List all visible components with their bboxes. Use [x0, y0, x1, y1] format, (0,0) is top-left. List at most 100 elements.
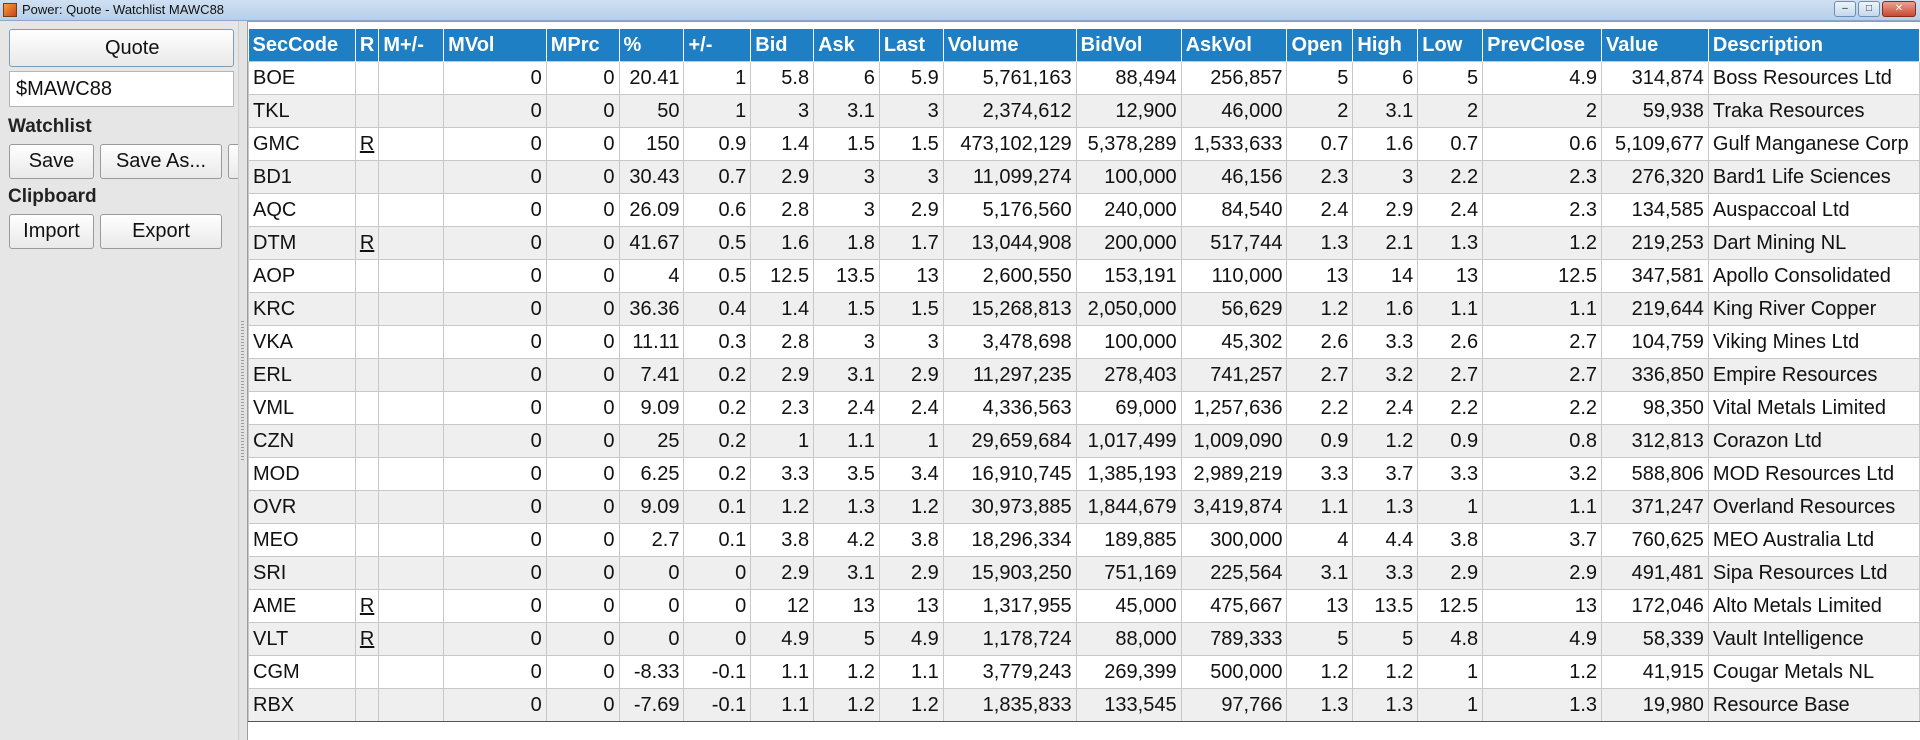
table-cell: 1,385,193 — [1075, 457, 1182, 491]
table-cell: Vault Intelligence — [1707, 622, 1920, 656]
table-row[interactable]: VML 0 0 9.09 0.2 2.3 2.4 2.4 4,336,563 69,000 1,25… — [248, 391, 1920, 425]
table-cell: 50 — [618, 94, 685, 128]
table-cell: 88,000 — [1075, 622, 1182, 656]
column-header-bid[interactable]: Bid — [750, 29, 815, 62]
table-row[interactable]: BOE 0 0 20.41 1 5.8 6 5.9 5,761,163 88,494 256,857… — [248, 61, 1920, 95]
table-cell: 2.7 — [1482, 358, 1603, 392]
table-row[interactable]: TKL 0 0 50 1 3 3.1 3 2,374,612 12,900 46,000 2 3.1 2 2… — [248, 94, 1920, 128]
table-cell: 2.1 — [1352, 226, 1419, 260]
column-header-mvol[interactable]: MVol — [443, 29, 547, 62]
table-row[interactable]: AME R 0 0 0 0 12 13 13 1,317,955 45,000 475,667 13 13… — [248, 589, 1920, 623]
table-cell: 12.5 — [750, 259, 815, 293]
table-cell: 0 — [545, 391, 620, 425]
title-bar[interactable]: Power: Quote - Watchlist MAWC88 – □ ✕ — [0, 0, 1920, 21]
panel-splitter[interactable] — [238, 21, 246, 740]
table-row[interactable]: BD1 0 0 30.43 0.7 2.9 3 3 11,099,274 100,000 46,15… — [248, 160, 1920, 194]
table-cell: 30.43 — [618, 160, 685, 194]
table-cell: 2.7 — [1417, 358, 1484, 392]
table-cell: 0 — [545, 589, 620, 623]
column-header-description[interactable]: Description — [1708, 29, 1920, 62]
table-cell: 150 — [618, 127, 685, 161]
column-header-last[interactable]: Last — [879, 29, 944, 62]
column-header-ask[interactable]: Ask — [813, 29, 880, 62]
table-cell: 1 — [683, 61, 752, 95]
table-row[interactable]: SRI 0 0 0 0 2.9 3.1 2.9 15,903,250 751,169 225,564… — [248, 556, 1920, 590]
table-row[interactable]: VLT R 0 0 0 0 4.9 5 4.9 1,178,724 88,000 789,333 5 5 4… — [248, 622, 1920, 656]
column-header-volume[interactable]: Volume — [943, 29, 1077, 62]
table-cell: 2.3 — [750, 391, 815, 425]
column-header-mprc[interactable]: MPrc — [546, 29, 620, 62]
table-row[interactable]: MEO 0 0 2.7 0.1 3.8 4.2 3.8 18,296,334 189,885 300… — [248, 523, 1920, 557]
table-row[interactable]: ERL 0 0 7.41 0.2 2.9 3.1 2.9 11,297,235 278,403 74… — [248, 358, 1920, 392]
table-cell: 0.5 — [683, 259, 752, 293]
table-cell — [378, 61, 445, 95]
table-cell: 2.8 — [750, 325, 815, 359]
column-header-[interactable]: % — [619, 29, 685, 62]
save-button[interactable]: Save — [9, 144, 94, 179]
table-cell: 0 — [443, 358, 547, 392]
quote-button[interactable]: Quote — [9, 29, 234, 67]
table-cell — [378, 127, 445, 161]
table-cell: 4.2 — [813, 523, 880, 557]
table-cell: CGM — [248, 655, 356, 689]
table-cell: 219,253 — [1601, 226, 1709, 260]
table-cell: 5,109,677 — [1601, 127, 1709, 161]
table-cell: 88,494 — [1075, 61, 1182, 95]
column-header-prevclose[interactable]: PrevClose — [1482, 29, 1603, 62]
column-header-seccode[interactable]: SecCode — [248, 29, 356, 62]
import-button[interactable]: Import — [9, 214, 94, 249]
table-cell: 2.2 — [1417, 391, 1484, 425]
table-cell: 2 — [1417, 94, 1484, 128]
table-cell: Bard1 Life Sciences — [1707, 160, 1920, 194]
table-cell: Empire Resources — [1707, 358, 1920, 392]
table-cell: 11.11 — [618, 325, 685, 359]
table-cell: 0 — [618, 622, 685, 656]
table-cell: 30,973,885 — [942, 490, 1077, 524]
table-cell: 300,000 — [1180, 523, 1288, 557]
table-cell: 4.8 — [1417, 622, 1484, 656]
table-cell — [354, 358, 380, 392]
column-header-open[interactable]: Open — [1286, 29, 1354, 62]
column-header-[interactable]: +/- — [683, 29, 752, 62]
table-cell: 473,102,129 — [942, 127, 1077, 161]
table-cell: 3 — [878, 94, 944, 128]
table-cell — [378, 226, 445, 260]
table-cell: 0 — [545, 655, 620, 689]
column-header-m[interactable]: M+/- — [378, 29, 445, 62]
table-row[interactable]: KRC 0 0 36.36 0.4 1.4 1.5 1.5 15,268,813 2,050,00… — [248, 292, 1920, 326]
column-header-high[interactable]: High — [1352, 29, 1419, 62]
maximize-icon[interactable]: □ — [1858, 1, 1880, 17]
table-row[interactable]: MOD 0 0 6.25 0.2 3.3 3.5 3.4 16,910,745 1,385,193… — [248, 457, 1920, 491]
table-row[interactable]: RBX 0 0 -7.69 -0.1 1.1 1.2 1.2 1,835,833 133,545 9… — [248, 688, 1920, 722]
table-row[interactable]: GMC R 0 0 150 0.9 1.4 1.5 1.5 473,102,129 5,378,28… — [248, 127, 1920, 161]
table-cell: 11,099,274 — [942, 160, 1077, 194]
table-cell: 1.3 — [1286, 688, 1354, 722]
table-row[interactable]: CZN 0 0 25 0.2 1 1.1 1 29,659,684 1,017,499 1,009,… — [248, 424, 1920, 458]
table-row[interactable]: AOP 0 0 4 0.5 12.5 13.5 13 2,600,550 153,191 110,0… — [248, 259, 1920, 293]
table-row[interactable]: VKA 0 0 11.11 0.3 2.8 3 3 3,478,698 100,000 45,302… — [248, 325, 1920, 359]
table-row[interactable]: OVR 0 0 9.09 0.1 1.2 1.3 1.2 30,973,885 1,844,679… — [248, 490, 1920, 524]
column-header-low[interactable]: Low — [1417, 29, 1484, 62]
table-cell: 1 — [1417, 688, 1484, 722]
table-cell: 2.7 — [618, 523, 685, 557]
table-row[interactable]: CGM 0 0 -8.33 -0.1 1.1 1.2 1.1 3,779,243 269,399 5… — [248, 655, 1920, 689]
column-header-r[interactable]: R — [355, 29, 380, 62]
table-cell: 1.6 — [1352, 127, 1419, 161]
column-header-bidvol[interactable]: BidVol — [1076, 29, 1182, 62]
table-cell: 1.1 — [750, 655, 815, 689]
save-as-button[interactable]: Save As... — [100, 144, 222, 179]
table-cell: 336,850 — [1601, 358, 1709, 392]
column-header-askvol[interactable]: AskVol — [1181, 29, 1288, 62]
table-header-row: SecCode R M+/- MVol MPrc% +/- Bid Ask Last Volume… — [248, 29, 1920, 62]
table-cell: 0 — [545, 358, 620, 392]
export-button[interactable]: Export — [100, 214, 222, 249]
minimize-icon[interactable]: – — [1834, 1, 1856, 17]
table-row[interactable]: DTM R 0 0 41.67 0.5 1.6 1.8 1.7 13,044,908 200,000… — [248, 226, 1920, 260]
column-header-value[interactable]: Value — [1601, 29, 1709, 62]
table-cell: 41.67 — [618, 226, 685, 260]
close-icon[interactable]: ✕ — [1882, 1, 1916, 17]
table-row[interactable]: AQC 0 0 26.09 0.6 2.8 3 2.9 5,176,560 240,000 84,5… — [248, 193, 1920, 227]
table-cell: 13 — [878, 259, 944, 293]
table-cell: 2.7 — [1482, 325, 1603, 359]
symbol-input[interactable] — [9, 71, 234, 107]
